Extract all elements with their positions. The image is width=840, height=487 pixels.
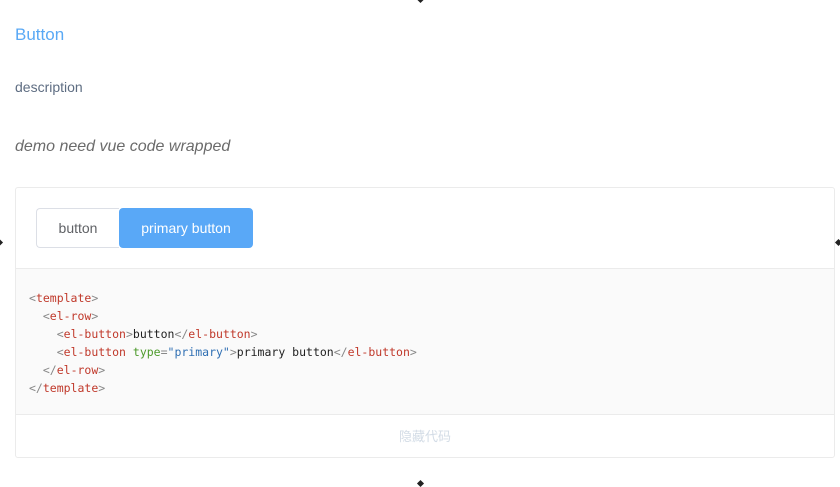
button-row: button primary button [36, 208, 253, 248]
code-snippet: <template> <el-row> <el-button>button</e… [29, 291, 417, 395]
default-button[interactable]: button [36, 208, 119, 248]
resize-handle-left[interactable] [0, 238, 4, 247]
code-tag: el-button [63, 345, 126, 359]
code-text: button [132, 327, 175, 341]
code-text: primary button [236, 345, 334, 359]
code-attr: type [132, 345, 161, 359]
code-tag: el-row [49, 309, 92, 323]
code-tag: el-button [347, 345, 410, 359]
code-tag: template [35, 291, 92, 305]
code-tag: el-row [56, 363, 99, 377]
resize-handle-top[interactable] [416, 0, 425, 4]
code-attr-value: "primary" [167, 345, 230, 359]
demo-preview: button primary button [16, 188, 834, 269]
page-title: Button [15, 25, 65, 44]
code-tag: template [42, 381, 99, 395]
demo-note: demo need vue code wrapped [15, 138, 231, 155]
resize-handle-right[interactable] [834, 238, 840, 247]
resize-handle-bottom[interactable] [416, 479, 425, 487]
hide-code-toggle[interactable]: 隐藏代码 [16, 415, 834, 458]
code-panel: <template> <el-row> <el-button>button</e… [16, 269, 834, 415]
primary-button[interactable]: primary button [119, 208, 253, 248]
code-tag: el-button [63, 327, 126, 341]
demo-block: button primary button <template> <el-row… [15, 187, 835, 458]
page-description: description [15, 79, 83, 95]
code-tag: el-button [188, 327, 251, 341]
